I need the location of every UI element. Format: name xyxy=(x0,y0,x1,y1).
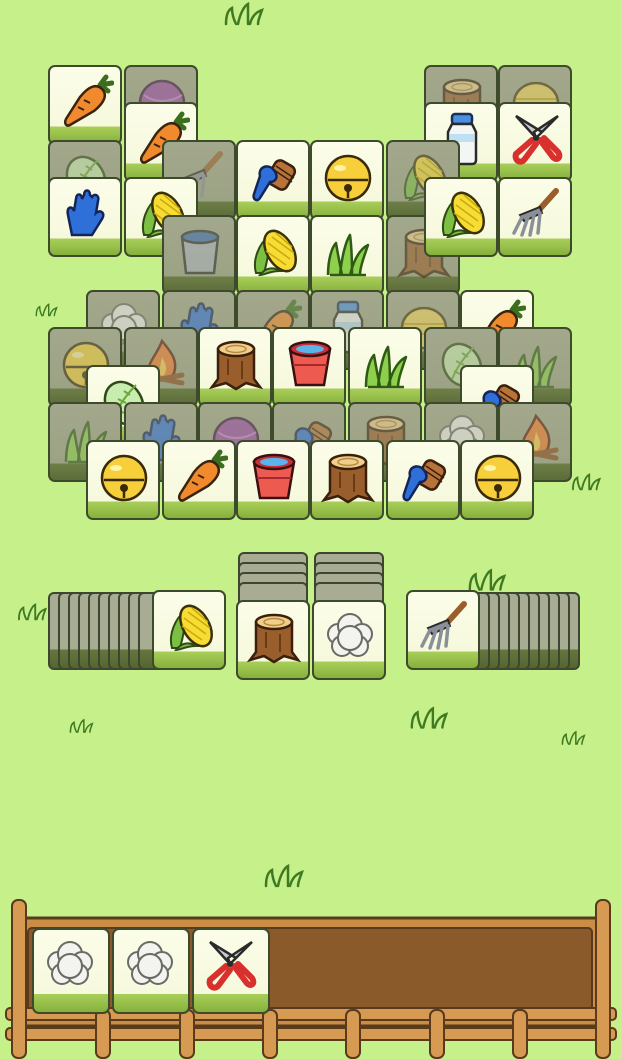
board-tile[interactable] xyxy=(498,177,572,257)
grass-icon xyxy=(326,233,370,277)
metal-bucket-icon xyxy=(180,229,220,275)
grass-tuft-icon xyxy=(222,1,268,30)
blue-brush-icon xyxy=(402,459,447,502)
board-tile[interactable] xyxy=(386,440,460,520)
board-tile[interactable] xyxy=(310,440,384,520)
tray-slot-tile xyxy=(112,928,190,1014)
golden-bell-icon xyxy=(100,454,148,502)
board-tile[interactable] xyxy=(236,440,310,520)
grass-icon xyxy=(364,345,408,389)
grass-tuft-icon xyxy=(570,470,604,498)
grass-tuft-icon xyxy=(68,714,96,742)
corn-icon xyxy=(170,604,213,652)
board-tile[interactable] xyxy=(460,440,534,520)
board-tile[interactable] xyxy=(48,177,122,257)
pitchfork-icon xyxy=(420,601,467,650)
board-tile[interactable] xyxy=(86,440,160,520)
red-bucket-icon xyxy=(252,453,296,500)
board-tile[interactable] xyxy=(272,327,346,407)
grass-tuft-icon xyxy=(408,706,452,734)
carrot-icon xyxy=(177,449,228,502)
blue-glove-icon xyxy=(66,189,105,237)
blue-brush-icon xyxy=(252,159,297,202)
game-board xyxy=(0,0,622,1059)
garden-shears-icon xyxy=(512,114,563,165)
board-tile[interactable] xyxy=(424,177,498,257)
grass-tuft-icon xyxy=(560,726,588,754)
center-right-stack-top-tile[interactable] xyxy=(312,600,386,680)
board-tile[interactable] xyxy=(348,327,422,407)
collection-tray xyxy=(0,890,622,1059)
board-tile[interactable] xyxy=(310,140,384,220)
tree-stump-icon xyxy=(246,613,302,664)
garden-shears-icon xyxy=(206,940,257,991)
red-bucket-icon xyxy=(288,340,332,387)
grass-tuft-icon xyxy=(16,600,50,628)
grass-tuft-icon xyxy=(262,863,308,892)
tree-stump-icon xyxy=(320,453,376,504)
right-stack-top-tile[interactable] xyxy=(406,590,480,670)
tree-stump-icon xyxy=(208,340,264,391)
board-tile[interactable] xyxy=(162,440,236,520)
left-stack-top-tile[interactable] xyxy=(152,590,226,670)
wool-ball-icon xyxy=(327,613,373,657)
pitchfork-icon xyxy=(512,188,559,237)
carrot-icon xyxy=(63,74,114,127)
board-tile[interactable] xyxy=(48,65,122,145)
grass-tuft-icon xyxy=(34,298,60,326)
tray-slot-tile xyxy=(192,928,270,1014)
golden-bell-icon xyxy=(474,454,522,502)
board-tile[interactable] xyxy=(498,102,572,182)
wool-ball-icon xyxy=(127,941,173,985)
tray-slot-tile xyxy=(32,928,110,1014)
golden-bell-icon xyxy=(324,154,372,202)
corn-icon xyxy=(442,191,485,239)
wool-ball-icon xyxy=(47,941,93,985)
corn-icon xyxy=(254,229,297,277)
board-tile[interactable] xyxy=(310,215,384,295)
board-tile xyxy=(162,215,236,295)
center-left-stack-top-tile[interactable] xyxy=(236,600,310,680)
board-tile[interactable] xyxy=(236,215,310,295)
board-tile[interactable] xyxy=(198,327,272,407)
board-tile[interactable] xyxy=(236,140,310,220)
